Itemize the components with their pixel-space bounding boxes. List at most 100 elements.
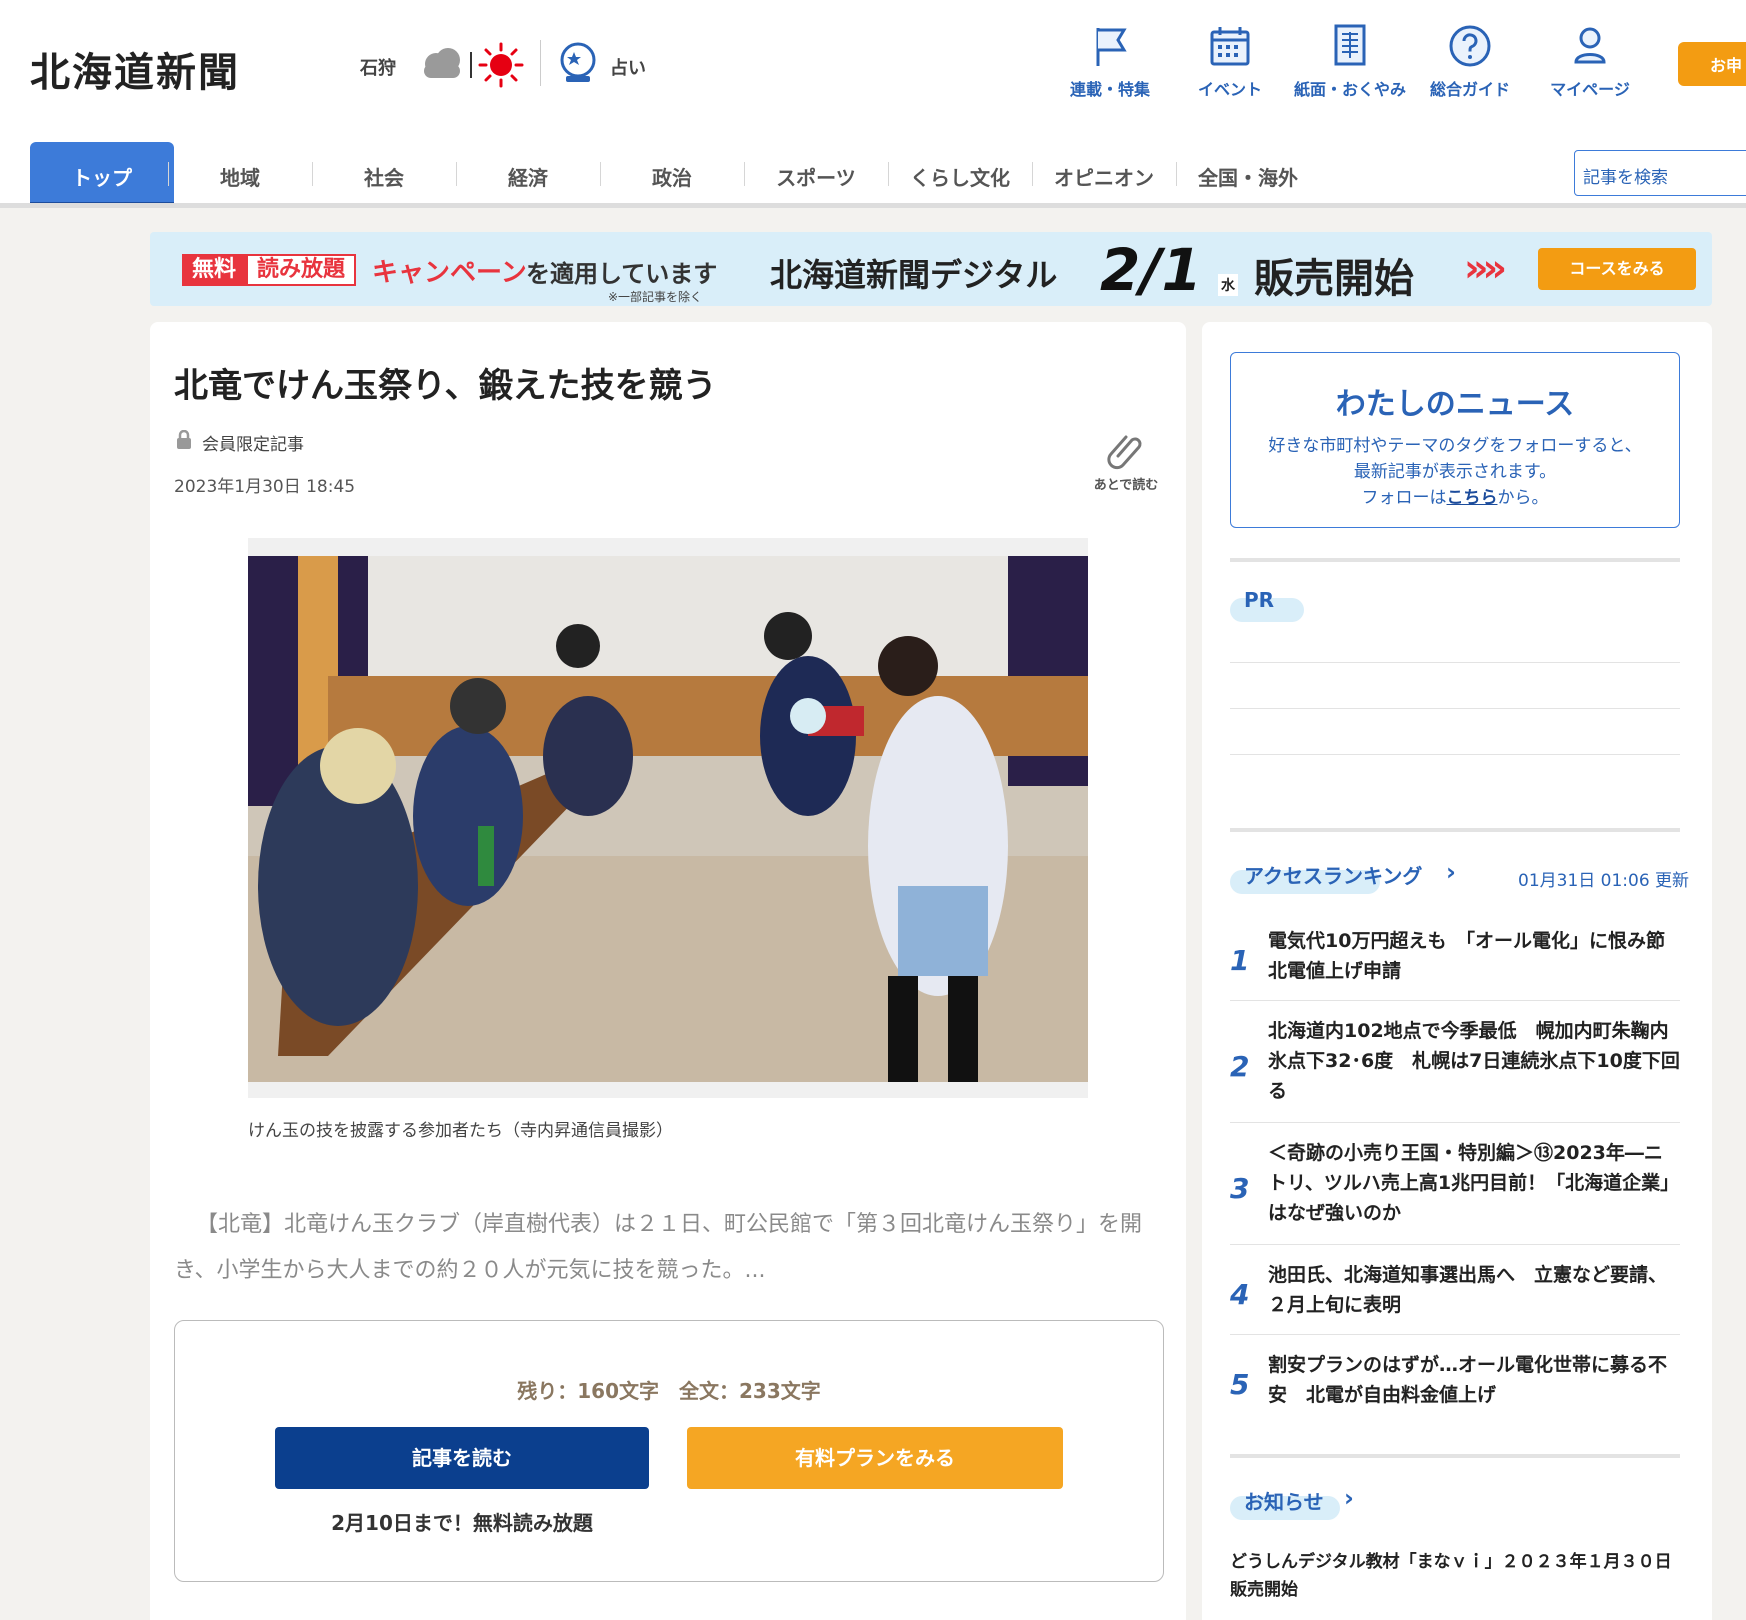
ranking-divider xyxy=(1230,1122,1680,1123)
free-reading-note: 2月10日まで！無料読み放題 xyxy=(331,1511,593,1535)
follow-here-link[interactable]: こちら xyxy=(1447,488,1498,508)
util-label: 総合ガイド xyxy=(1429,80,1510,99)
tab-economy[interactable]: 経済 xyxy=(456,142,600,208)
my-news-line: 好きな市町村やテーマのタグをフォローすると、 xyxy=(1268,436,1642,456)
pr-label: PR xyxy=(1244,588,1275,612)
weather-location[interactable]: 石狩 xyxy=(360,54,396,80)
tab-region[interactable]: 地域 xyxy=(168,142,312,208)
main-nav: トップ 地域 社会 経済 政治 スポーツ くらし文化 オピニオン 全国・海外 xyxy=(0,142,1746,208)
notice-link[interactable]: お知らせ xyxy=(1244,1486,1324,1515)
sun-icon xyxy=(478,42,524,88)
banner-free-badge: 無料 xyxy=(182,254,246,286)
ranking-item[interactable]: 4 池田氏、北海道知事選出馬へ 立憲など要請、２月上旬に表明 xyxy=(1230,1260,1680,1338)
sidebar: わたしのニュース 好きな市町村やテーマのタグをフォローすると、 最新記事が表示さ… xyxy=(1202,322,1712,1620)
util-label: 連載・特集 xyxy=(1069,80,1150,99)
read-article-button[interactable]: 記事を読む xyxy=(275,1427,649,1489)
util-label: イベント xyxy=(1197,80,1262,99)
tab-lifestyle[interactable]: くらし文化 xyxy=(888,142,1032,208)
util-label: 紙面・おくやみ xyxy=(1293,80,1406,99)
ranking-number: 1 xyxy=(1230,944,1250,977)
remaining-characters: 残り：160文字 全文：233文字 xyxy=(517,1379,821,1403)
ranking-number: 3 xyxy=(1230,1172,1250,1205)
notice-item[interactable]: どうしんデジタル教材「まなｖｉ」２０２３年１月３０日販売開始 xyxy=(1230,1548,1680,1604)
view-course-button[interactable]: コースをみる xyxy=(1538,248,1696,290)
ranking-number: 2 xyxy=(1230,1050,1250,1083)
tab-opinion[interactable]: オピニオン xyxy=(1032,142,1176,208)
photo-caption: けん玉の技を披露する参加者たち（寺内昇通信員撮影） xyxy=(248,1121,673,1141)
ranking-title[interactable]: 北海道内102地点で今季最低 幌加内町朱鞠内氷点下32･6度 札幌は7日連続氷点… xyxy=(1268,1016,1680,1106)
follow-suffix: から。 xyxy=(1497,488,1549,508)
header-separator xyxy=(540,40,541,86)
banner-unlimited-badge: 読み放題 xyxy=(246,254,356,286)
ranking-item[interactable]: 1 電気代10万円超えも 「オール電化」に恨み節 北電値上げ申請 xyxy=(1230,926,1684,1004)
tab-society[interactable]: 社会 xyxy=(312,142,456,208)
article-title: 北竜でけん玉祭り、鍛えた技を競う xyxy=(174,366,717,406)
ranking-number: 4 xyxy=(1230,1278,1250,1311)
ranking-title[interactable]: ＜奇跡の小売り王国・特別編＞⑬2023年―ニトリ、ツルハ売上高1兆円目前！「北海… xyxy=(1268,1138,1680,1228)
util-events[interactable]: イベント xyxy=(1170,22,1290,102)
read-later-label: あとで読む xyxy=(1093,478,1159,493)
flag-icon xyxy=(1096,28,1127,66)
article-photo[interactable] xyxy=(248,556,1088,1082)
ranking-title[interactable]: 割安プランのはずが…オール電化世帯に募る不安 北電が自由料金値上げ xyxy=(1268,1350,1680,1410)
lock-icon xyxy=(177,430,191,449)
member-only-label: 会員限定記事 xyxy=(202,435,304,455)
util-mypage[interactable]: マイページ xyxy=(1530,22,1650,102)
tab-sports[interactable]: スポーツ xyxy=(744,142,888,208)
my-news-description: 好きな市町村やテーマのタグをフォローすると、 最新記事が表示されます。 フォロー… xyxy=(1231,433,1679,511)
banner-digital-title: 北海道新聞デジタル xyxy=(770,256,1058,294)
article-body: 【北竜】北竜けん玉クラブ（岸直樹代表）は２１日、町公民館で「第３回北竜けん玉祭り… xyxy=(174,1212,1143,1283)
pr-row-divider xyxy=(1230,662,1680,663)
weather-separator xyxy=(470,52,472,78)
ranking-title[interactable]: 池田氏、北海道知事選出馬へ 立憲など要請、２月上旬に表明 xyxy=(1268,1260,1680,1320)
util-serial-features[interactable]: 連載・特集 xyxy=(1050,22,1170,102)
util-paper-obituaries[interactable]: 紙面・おくやみ xyxy=(1290,22,1410,102)
banner-campaign-text: キャンペーン xyxy=(372,258,527,288)
chevron-right-icon[interactable]: › xyxy=(1446,858,1456,886)
site-logo[interactable]: 北海道新聞 xyxy=(30,40,240,98)
banner-launch-date: 2/1 xyxy=(1100,236,1202,304)
ranking-item[interactable]: 3 ＜奇跡の小売り王国・特別編＞⑬2023年―ニトリ、ツルハ売上高1兆円目前！「… xyxy=(1230,1138,1680,1246)
article-card: 北竜でけん玉祭り、鍛えた技を競う 会員限定記事 2023年1月30日 18:45… xyxy=(150,322,1186,1620)
read-later-button[interactable]: あとで読む xyxy=(1086,426,1166,506)
ranking-item[interactable]: 2 北海道内102地点で今季最低 幌加内町朱鞠内氷点下32･6度 札幌は7日連続… xyxy=(1230,1016,1680,1124)
section-divider xyxy=(1230,1454,1680,1458)
ranking-title[interactable]: 電気代10万円超えも 「オール電化」に恨み節 北電値上げ申請 xyxy=(1268,926,1684,986)
banner-arrows-icon: »» xyxy=(1464,246,1507,290)
ranking-number: 5 xyxy=(1230,1368,1250,1401)
help-icon xyxy=(1449,25,1491,67)
crystal-ball-icon[interactable] xyxy=(556,40,600,86)
section-divider xyxy=(1230,558,1680,562)
util-guide[interactable]: 総合ガイド xyxy=(1410,22,1530,102)
pr-row-divider xyxy=(1230,708,1680,709)
util-label: マイページ xyxy=(1550,80,1630,99)
follow-prefix: フォローは xyxy=(1361,488,1447,508)
ranking-item[interactable]: 5 割安プランのはずが…オール電化世帯に募る不安 北電が自由料金値上げ xyxy=(1230,1350,1680,1428)
ranking-divider xyxy=(1230,1000,1680,1001)
utility-nav: 連載・特集 イベント 紙面・おくやみ 総合ガイド マイページ xyxy=(1050,22,1746,102)
tab-national-world[interactable]: 全国・海外 xyxy=(1176,142,1320,208)
article-date: 2023年1月30日 18:45 xyxy=(174,477,356,497)
newspaper-icon xyxy=(1334,24,1366,66)
banner-note: ※一部記事を除く xyxy=(608,290,703,304)
apply-button[interactable]: お申 xyxy=(1678,42,1746,86)
access-ranking-link[interactable]: アクセスランキング xyxy=(1244,860,1422,889)
user-icon xyxy=(1574,27,1606,64)
fortune-label[interactable]: 占い xyxy=(610,54,646,80)
paperclip-icon xyxy=(1107,435,1142,470)
campaign-banner[interactable]: 無料 読み放題 キャンペーン を適用しています ※一部記事を除く 北海道新聞デジ… xyxy=(150,232,1712,306)
article-photo-frame xyxy=(248,538,1088,1098)
tab-politics[interactable]: 政治 xyxy=(600,142,744,208)
ranking-divider xyxy=(1230,1334,1680,1335)
banner-applied-text: を適用しています xyxy=(526,260,718,288)
my-news-line: フォローはこちらから。 xyxy=(1231,485,1679,511)
site-header: 北海道新聞 石狩 占い 連載・特集 イベント 紙面・おくやみ 総合ガイド マイペ… xyxy=(0,0,1746,208)
tab-top[interactable]: トップ xyxy=(30,142,174,208)
banner-day-of-week: 水 xyxy=(1218,274,1238,296)
cloud-icon xyxy=(424,48,460,78)
chevron-right-icon[interactable]: › xyxy=(1344,1484,1354,1512)
search-input[interactable]: 記事を検索 xyxy=(1574,150,1746,196)
banner-launch-text: 販売開始 xyxy=(1254,256,1414,302)
section-divider xyxy=(1230,828,1680,832)
view-paid-plans-button[interactable]: 有料プランをみる xyxy=(687,1427,1063,1489)
